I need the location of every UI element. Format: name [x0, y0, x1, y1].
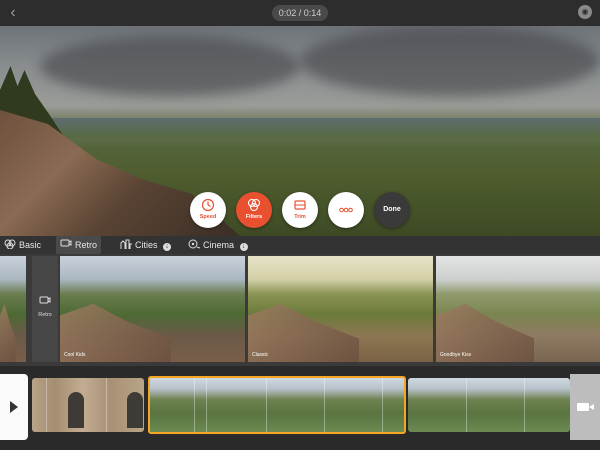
trim-icon [294, 200, 306, 210]
play-icon [10, 401, 18, 413]
category-basic[interactable]: Basic [4, 236, 41, 254]
record-video-button[interactable] [570, 374, 600, 440]
basic-filter-icon [4, 239, 16, 249]
hills [0, 118, 600, 138]
trim-button[interactable]: Trim [282, 192, 318, 228]
cinema-icon [188, 239, 200, 249]
cloud [300, 26, 600, 96]
filter-thumbnail-partial[interactable] [0, 256, 26, 362]
filter-name: Goodbye Kiss [440, 352, 472, 358]
filter-strip: Retro Cool Kids Classic Goodbye Kiss [0, 254, 600, 366]
timecode: 0:02 / 0:14 [272, 5, 328, 21]
timeline-clip[interactable] [32, 378, 144, 432]
category-cinema[interactable]: Cinema ↓ [188, 236, 248, 254]
filter-thumbnail[interactable]: Classic [248, 256, 433, 362]
door [68, 392, 84, 428]
filter-thumbnail[interactable]: Cool Kids [60, 256, 245, 362]
timeline-clip-selected[interactable] [148, 376, 406, 434]
door [127, 392, 143, 428]
speed-icon [201, 198, 215, 212]
speed-label: Speed [199, 214, 217, 220]
category-retro[interactable]: Retro [56, 236, 102, 254]
category-cities-label: Cities [135, 240, 158, 250]
top-bar: ‹ 0:02 / 0:14 ◉ [0, 0, 600, 26]
filter-thumbnail[interactable]: Goodbye Kiss [436, 256, 600, 362]
trim-label: Trim [294, 214, 306, 220]
cities-icon [120, 239, 132, 249]
category-cities[interactable]: Cities ↓ [120, 236, 172, 254]
retro-icon [60, 239, 72, 247]
play-button[interactable] [0, 374, 28, 440]
filters-icon [247, 198, 261, 212]
download-icon[interactable]: ↓ [163, 243, 172, 251]
more-button[interactable] [328, 192, 364, 228]
retro-tile-label: Retro [38, 312, 52, 318]
filters-label: Filters [245, 214, 263, 220]
back-chevron-icon[interactable]: ‹ [6, 4, 20, 22]
camera-icon[interactable]: ◉ [578, 5, 592, 19]
retro-group-tile[interactable]: Retro [32, 256, 58, 362]
speed-button[interactable]: Speed [190, 192, 226, 228]
filter-category-bar: Basic Retro Cities ↓ Cinema ↓ [0, 236, 600, 254]
download-icon[interactable]: ↓ [239, 243, 248, 251]
filters-button[interactable]: Filters [236, 192, 272, 228]
category-retro-label: Retro [75, 240, 98, 250]
video-camera-icon [577, 403, 589, 411]
filter-name: Classic [252, 352, 269, 358]
timeline-clip[interactable] [408, 378, 570, 432]
category-basic-label: Basic [19, 240, 42, 250]
done-button[interactable]: Done [374, 192, 410, 228]
done-label: Done [383, 206, 401, 213]
more-icon [339, 207, 353, 213]
category-cinema-label: Cinema [203, 240, 235, 250]
timeline [0, 366, 600, 450]
cloud [40, 36, 300, 96]
retro-icon [39, 296, 51, 304]
filter-name: Cool Kids [64, 352, 86, 358]
